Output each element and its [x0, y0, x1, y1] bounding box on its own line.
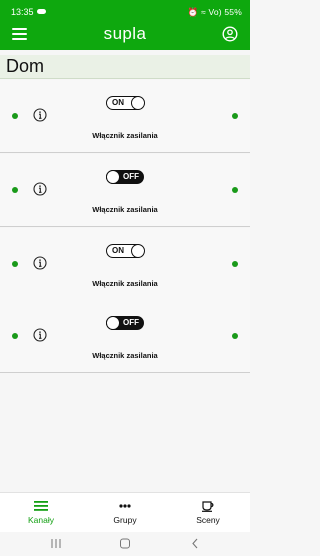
connection-dot-right [232, 187, 238, 193]
info-icon[interactable] [33, 182, 47, 196]
app-bar: supla [0, 22, 250, 50]
toggle-state: ON [112, 98, 124, 107]
toggle-knob [105, 315, 120, 330]
app-title: supla [103, 24, 147, 43]
connection-dot-right [232, 333, 238, 339]
channel-row[interactable]: ON Włącznik zasilania [0, 80, 250, 153]
nav-scenes[interactable]: Sceny [173, 493, 243, 533]
channel-row[interactable]: OFF Włącznik zasilania [0, 300, 250, 373]
channel-label: Włącznik zasilania [92, 351, 158, 360]
nav-label: Kanały [28, 515, 54, 525]
nav-label: Grupy [113, 515, 137, 525]
channel-label: Włącznik zasilania [92, 205, 158, 214]
bottom-navigation: Kanały Grupy Sceny [0, 492, 250, 532]
nav-label: Sceny [196, 515, 220, 525]
info-icon[interactable] [33, 256, 47, 270]
info-icon[interactable] [33, 328, 47, 342]
cup-icon [202, 501, 214, 512]
home-icon[interactable] [119, 538, 131, 549]
toggle-knob [130, 243, 145, 258]
back-icon[interactable] [190, 538, 200, 549]
power-toggle[interactable]: OFF [105, 315, 144, 330]
cloud-icon [37, 9, 46, 14]
channel-label: Włącznik zasilania [92, 279, 158, 288]
info-icon[interactable] [33, 108, 47, 122]
nav-channels[interactable]: Kanały [6, 493, 76, 533]
status-bar: 13:35 ⏰ ≈ Vo) 55% [0, 0, 250, 22]
connection-dot-left [12, 261, 18, 267]
connection-dot-left [12, 113, 18, 119]
status-time: 13:35 [11, 7, 34, 17]
location-header[interactable]: Dom [0, 55, 250, 79]
power-toggle[interactable]: OFF [105, 169, 144, 184]
power-toggle[interactable]: ON [106, 95, 145, 110]
power-toggle[interactable]: ON [106, 243, 145, 258]
connection-dot-left [12, 333, 18, 339]
channel-label: Włącznik zasilania [92, 131, 158, 140]
toggle-knob [130, 95, 145, 110]
channel-row[interactable]: OFF Włącznik zasilania [0, 154, 250, 227]
account-icon[interactable] [222, 26, 238, 42]
toggle-state: OFF [123, 318, 139, 327]
recents-icon[interactable] [50, 538, 62, 549]
connection-dot-right [232, 261, 238, 267]
nav-groups[interactable]: Grupy [90, 493, 160, 533]
channel-row[interactable]: ON Włącznik zasilania [0, 228, 250, 301]
connection-dot-right [232, 113, 238, 119]
status-indicators: ⏰ ≈ Vo) 55% [187, 7, 242, 17]
toggle-state: ON [112, 246, 124, 255]
toggle-state: OFF [123, 172, 139, 181]
toggle-knob [105, 169, 120, 184]
system-nav-bar [0, 532, 250, 556]
connection-dot-left [12, 187, 18, 193]
location-name: Dom [6, 56, 45, 76]
list-icon [34, 501, 48, 511]
dots-icon [119, 504, 131, 508]
app-header: 13:35 ⏰ ≈ Vo) 55% supla [0, 0, 250, 50]
